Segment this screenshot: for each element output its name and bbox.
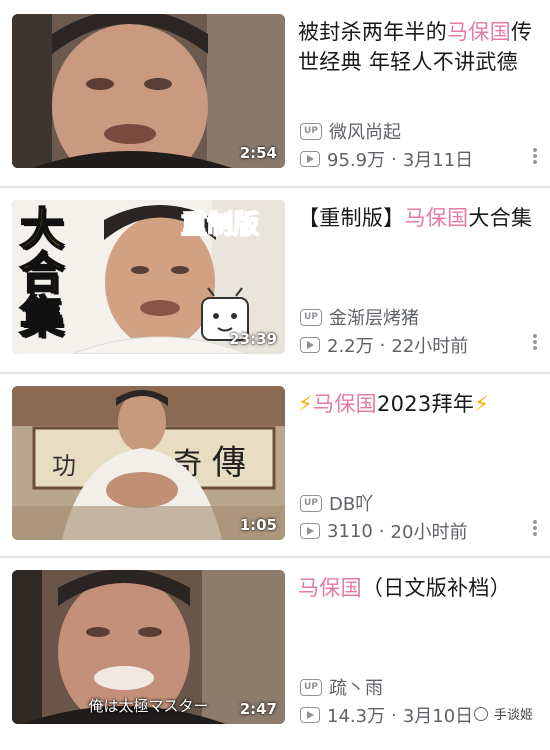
svg-text:傳: 傳: [212, 443, 246, 483]
separator-dot: ·: [379, 334, 386, 356]
uploader-name: 金渐层烤猪: [329, 308, 419, 329]
title-text: （日文版补档）: [361, 576, 512, 600]
video-thumbnail[interactable]: 俺は太極マスター 2:47: [12, 570, 285, 724]
play-count-icon: [300, 707, 320, 723]
thumbnail-caption-right: 重制版: [180, 209, 260, 241]
video-title[interactable]: ⚡马保国2023拜年⚡: [298, 389, 543, 419]
view-count: 2.2万: [327, 336, 374, 357]
video-title[interactable]: 马保国（日文版补档）: [298, 573, 543, 603]
uploader-name: DB吖: [329, 494, 374, 515]
svg-text:功: 功: [52, 452, 76, 480]
stats-row: 14.3万 · 3月10日: [300, 702, 473, 728]
title-text: 大合集: [468, 206, 533, 230]
title-text: 【重制版】: [298, 206, 405, 230]
separator-dot: ·: [378, 520, 385, 542]
title-text: 2023拜年: [376, 392, 475, 416]
up-icon: UP: [300, 308, 322, 326]
video-duration: 2:54: [239, 144, 277, 162]
title-text: 被封杀两年半的: [298, 20, 448, 44]
stats-row: 2.2万 · 22小时前: [300, 332, 468, 358]
up-icon: UP: [300, 678, 322, 696]
title-highlight: 马保国: [313, 392, 377, 416]
view-count: 95.9万: [327, 150, 386, 171]
more-options-icon[interactable]: [533, 146, 539, 166]
play-count-icon: [300, 151, 320, 167]
upload-date: 3月10日: [402, 706, 474, 727]
watermark-text: 手谈姬: [494, 708, 534, 723]
video-duration: 23:39: [229, 330, 277, 348]
video-duration: 2:47: [239, 700, 277, 718]
video-thumbnail[interactable]: 大合集 重制版 23:39: [12, 200, 285, 354]
uploader-row[interactable]: UP 微风尚起: [300, 118, 401, 144]
more-options-icon[interactable]: [533, 332, 539, 352]
separator-dot: ·: [391, 148, 397, 170]
video-duration: 1:05: [239, 516, 277, 534]
play-count-icon: [300, 523, 320, 539]
title-highlight: 马保国: [298, 576, 362, 600]
title-highlight: 马保国: [404, 206, 469, 230]
thumbnail-caption-left: 大合集: [19, 204, 65, 343]
video-thumbnail[interactable]: 傳 奇 功 1:05: [12, 386, 285, 540]
upload-date: 3月11日: [402, 150, 474, 171]
watermark-icon: [474, 706, 488, 721]
uploader-name: 疏丶雨: [329, 678, 383, 699]
view-count: 14.3万: [327, 706, 386, 727]
video-thumbnail[interactable]: 2:54: [12, 14, 285, 168]
play-count-icon: [300, 337, 320, 353]
up-icon: UP: [300, 122, 322, 140]
uploader-row[interactable]: UP 疏丶雨: [300, 674, 383, 700]
video-title[interactable]: 【重制版】马保国大合集: [298, 203, 543, 233]
video-title[interactable]: 被封杀两年半的马保国传世经典 年轻人不讲武德: [298, 17, 543, 77]
uploader-name: 微风尚起: [329, 122, 401, 143]
video-item[interactable]: 2:54 被封杀两年半的马保国传世经典 年轻人不讲武德 UP 微风尚起 95.9…: [0, 14, 550, 194]
divider: [0, 556, 550, 558]
title-highlight: 马保国: [447, 20, 512, 44]
stats-row: 3110 · 20小时前: [300, 518, 467, 544]
separator-dot: ·: [391, 704, 397, 726]
video-item[interactable]: 俺は太極マスター 2:47 马保国（日文版补档） UP 疏丶雨 14.3万 · …: [0, 570, 550, 750]
watermark: 手谈姬: [474, 704, 534, 723]
up-icon: UP: [300, 494, 322, 512]
upload-date: 20小时前: [390, 522, 468, 543]
lightning-icon: ⚡: [298, 392, 314, 416]
view-count: 3110: [327, 520, 373, 542]
divider: [0, 372, 550, 374]
more-options-icon[interactable]: [533, 518, 539, 538]
uploader-row[interactable]: UP DB吖: [300, 490, 373, 516]
uploader-row[interactable]: UP 金渐层烤猪: [300, 304, 419, 330]
upload-date: 22小时前: [391, 336, 469, 357]
stats-row: 95.9万 · 3月11日: [300, 146, 473, 172]
video-item[interactable]: 傳 奇 功 1:05 ⚡马保国2023拜年⚡ UP DB吖 3110 · 20小…: [0, 386, 550, 566]
divider: [0, 186, 550, 188]
lightning-icon: ⚡: [474, 392, 490, 416]
video-item[interactable]: 大合集 重制版 23:39 【重制版】马保国大合集 UP 金渐层烤猪 2.2万 …: [0, 200, 550, 380]
